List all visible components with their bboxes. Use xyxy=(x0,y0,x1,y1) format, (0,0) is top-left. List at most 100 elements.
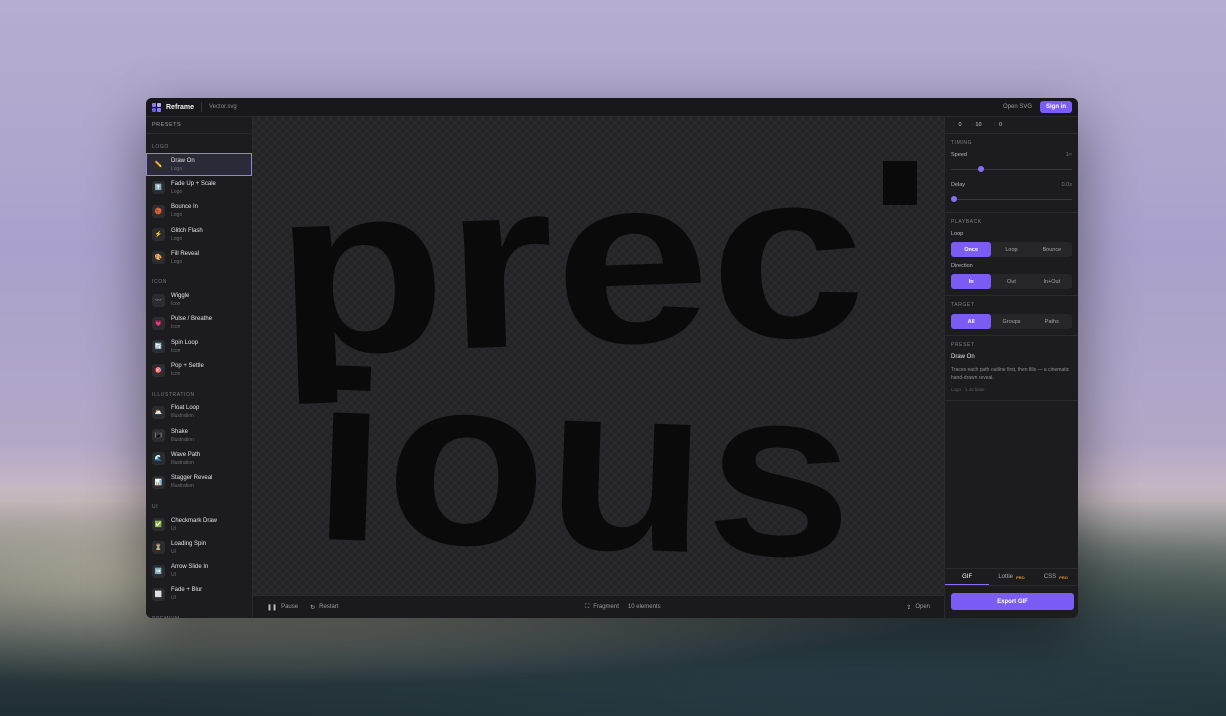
pause-label: Pause xyxy=(281,604,299,610)
preset-item-float-loop[interactable]: 🌥️ Float Loop Illustration xyxy=(146,401,252,424)
preset-item-category: UI xyxy=(171,595,176,602)
export-tab-gif[interactable]: GIF xyxy=(945,569,990,585)
group-title-logo: LOGO xyxy=(152,144,169,150)
artwork-letters: prec ious xyxy=(270,117,869,595)
preset-item-bounce-in[interactable]: 🏀 Bounce In Logo xyxy=(146,200,252,223)
target-option-paths[interactable]: Paths xyxy=(1032,314,1072,329)
preset-item-category: Icon xyxy=(171,324,181,331)
artwork-svg: prec ious xyxy=(270,117,917,595)
delay-slider[interactable] xyxy=(951,196,1072,202)
preset-item-category: Illustration xyxy=(171,413,194,420)
pencil-icon: ✏️ xyxy=(152,158,165,172)
app-logo-icon xyxy=(152,102,161,112)
export-tab-label: CSS xyxy=(1043,574,1057,580)
preview-canvas[interactable]: prec ious xyxy=(253,117,944,595)
direction-option-in-out[interactable]: In+Out xyxy=(1032,274,1072,289)
preset-item-checkmark-draw[interactable]: ✅ Checkmark Draw UI xyxy=(146,513,252,536)
artwork-line-2: ious xyxy=(309,322,858,595)
preset-item-loading-spin[interactable]: ⏳ Loading Spin UI xyxy=(146,536,252,559)
coord-y[interactable]: · 10 xyxy=(972,122,982,128)
preset-item-name: Fade Up + Scale xyxy=(171,180,216,187)
pause-button[interactable]: ❚❚ Pause xyxy=(267,604,298,611)
heart-icon: 💗 xyxy=(152,316,165,330)
ocean-icon: 🌊 xyxy=(152,452,165,466)
restart-label: Restart xyxy=(319,604,339,610)
lightning-icon: ⚡ xyxy=(152,228,165,242)
preset-item-wave-path[interactable]: 🌊 Wave Path Illustration xyxy=(146,447,252,470)
preset-item-fade-blur[interactable]: ⬜ Fade + Blur UI xyxy=(146,583,252,606)
arrow-up-icon: ⬆️ xyxy=(152,181,165,195)
preset-item-spin-loop[interactable]: 🔄 Spin Loop Icon xyxy=(146,335,252,358)
preset-item-glitch-flash[interactable]: ⚡ Glitch Flash Logo xyxy=(146,223,252,246)
app-name: Reframe xyxy=(166,103,195,111)
export-tab-lottie[interactable]: Lottie PRO xyxy=(989,569,1033,585)
group-title-illustration: ILLUSTRATION xyxy=(152,391,195,398)
fragment-icon: ⛶ xyxy=(585,603,590,610)
preset-item-wiggle[interactable]: 〰️ Wiggle Icon xyxy=(146,288,252,311)
preset-item-category: Logo xyxy=(171,188,183,195)
open-button[interactable]: ⇪ Open xyxy=(906,604,930,611)
delay-slider-thumb[interactable] xyxy=(951,196,957,202)
playback-section: PLAYBACK Loop Once Loop Bounce Direction I… xyxy=(945,213,1078,296)
restart-button[interactable]: ↻ Restart xyxy=(310,604,338,611)
preset-item-name: Fill Reveal xyxy=(171,250,200,257)
preset-item-shake[interactable]: 📳 Shake Illustration xyxy=(146,424,252,447)
open-label: Open xyxy=(915,604,930,610)
coord-x[interactable]: ⋮ 0 xyxy=(951,122,962,128)
settings-panel: ⋮ 0 · 10 ⋮ 0 TIMING Speed 1× Delay 0.0s PLAYB… xyxy=(944,117,1078,618)
preset-item-fill-reveal[interactable]: 🎨 Fill Reveal Logo xyxy=(146,246,252,269)
preset-item-name: Shake xyxy=(171,428,189,435)
preset-item-name: Checkmark Draw xyxy=(171,517,218,524)
cloud-icon: 🌥️ xyxy=(152,405,165,419)
preset-item-name: Spin Loop xyxy=(171,339,199,346)
preset-item-name: Bounce In xyxy=(171,204,199,211)
preset-item-category: Logo xyxy=(171,258,183,265)
preset-item-category: Icon xyxy=(171,301,181,308)
open-svg-button[interactable]: Open SVG xyxy=(1003,104,1032,110)
preset-item-arrow-slide-in[interactable]: ➡️ Arrow Slide In UI xyxy=(146,559,252,582)
preset-item-category: UI xyxy=(171,572,176,579)
preset-item-draw-on[interactable]: ✏️ Draw On Logo xyxy=(146,153,252,177)
preset-item-name: Loading Spin xyxy=(171,540,207,547)
export-gif-button[interactable]: Export GIF xyxy=(951,593,1074,610)
preset-item-name: Wiggle xyxy=(171,293,190,300)
export-tab-label: Lottie xyxy=(998,574,1013,580)
export-tab-css[interactable]: CSS PRO xyxy=(1034,569,1078,585)
preset-item-name: Stagger Reveal xyxy=(171,475,213,482)
speed-slider[interactable] xyxy=(951,166,1072,172)
restart-icon: ↻ xyxy=(310,604,316,611)
preset-item-name: Glitch Flash xyxy=(171,227,203,234)
speed-slider-thumb[interactable] xyxy=(978,166,985,172)
loop-option-bounce[interactable]: Bounce xyxy=(1032,242,1072,257)
speed-label: Speed xyxy=(951,152,967,158)
presets-sidebar: PRESETS LOGO ✏️ Draw On Logo ⬆️ Fade Up + Sca… xyxy=(146,117,253,618)
preset-item-pulse-breathe[interactable]: 💗 Pulse / Breathe Icon xyxy=(146,312,252,335)
direction-option-out[interactable]: Out xyxy=(991,274,1031,289)
preset-info-name: Draw On xyxy=(951,354,975,360)
loop-option-loop[interactable]: Loop xyxy=(991,242,1031,257)
target-option-all[interactable]: All xyxy=(951,314,992,329)
delay-label: Delay xyxy=(951,182,966,188)
direction-option-in[interactable]: In xyxy=(951,274,992,289)
playback-bar: ❚❚ Pause ↻ Restart ⛶ Fragment 10 elements … xyxy=(253,595,944,618)
export-format-tabs: GIF Lottie PRO CSS PRO xyxy=(945,568,1078,586)
fragment-label[interactable]: Fragment xyxy=(593,604,619,610)
checkmark-icon: ✅ xyxy=(152,518,165,531)
sign-in-button[interactable]: Sign in xyxy=(1040,101,1072,113)
preset-item-category: Logo xyxy=(171,235,183,242)
loop-option-once[interactable]: Once xyxy=(951,242,992,257)
preset-item-pop-settle[interactable]: 🎯 Pop + Settle Icon xyxy=(146,358,252,381)
preset-item-name: Draw On xyxy=(171,157,195,164)
preset-item-name: Arrow Slide In xyxy=(171,564,209,571)
preset-item-category: UI xyxy=(171,525,176,532)
preset-item-stagger-reveal[interactable]: 📊 Stagger Reveal Illustration xyxy=(146,471,252,494)
preset-item-fade-up-scale[interactable]: ⬆️ Fade Up + Scale Logo xyxy=(146,176,252,199)
pro-badge: PRO xyxy=(1016,574,1025,580)
target-option-groups[interactable]: Groups xyxy=(991,314,1031,329)
preset-item-category: Logo xyxy=(171,212,183,219)
timing-section: TIMING Speed 1× Delay 0.0s xyxy=(945,134,1078,213)
coord-z[interactable]: ⋮ 0 xyxy=(992,122,1003,128)
preset-info-section: PRESET Draw On Traces each path outline … xyxy=(945,336,1078,401)
group-title-icon: ICON xyxy=(152,279,167,286)
preset-item-name: Wave Path xyxy=(171,451,201,458)
